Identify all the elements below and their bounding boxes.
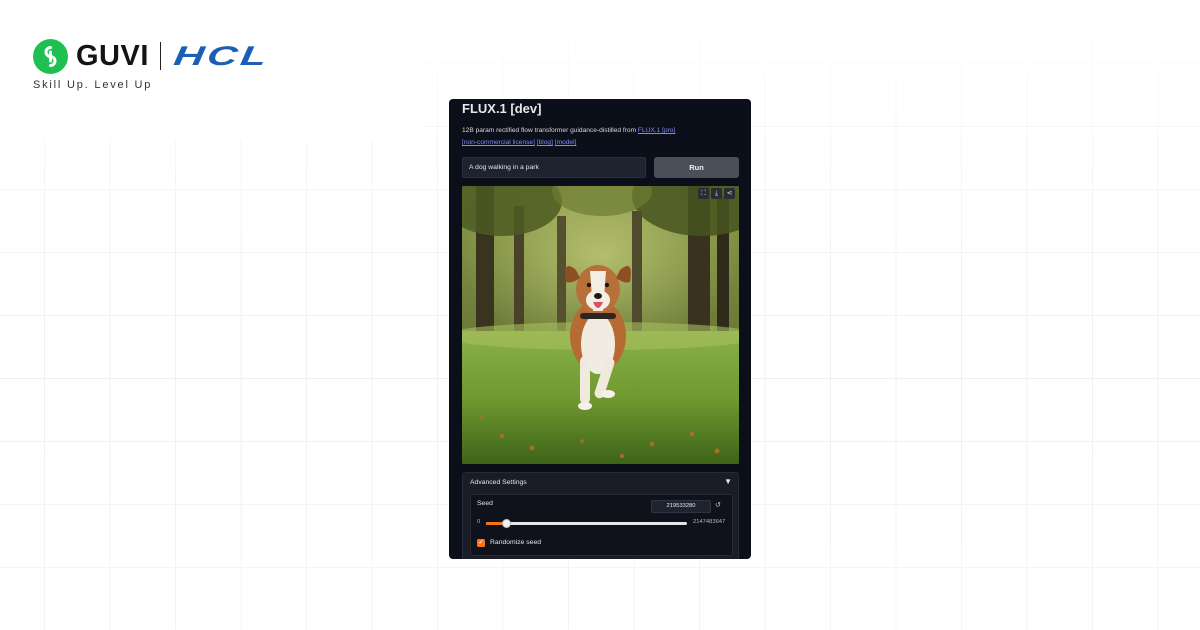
- accordion-toggle-icon[interactable]: ▼: [724, 477, 732, 486]
- slider-min-label: 0: [477, 519, 481, 525]
- share-icon[interactable]: ⋖: [724, 188, 735, 199]
- description-text: 12B param rectified flow transformer gui…: [462, 127, 637, 134]
- license-link[interactable]: [non-commercial license]: [462, 139, 535, 146]
- guvi-wordmark: GUVI: [76, 40, 149, 72]
- model-link[interactable]: [model]: [555, 139, 577, 146]
- slider-max-label: 2147483647: [693, 519, 726, 525]
- brand-header: GUVI HCL Skill Up. Level Up: [33, 38, 272, 91]
- brand-divider: [159, 42, 162, 70]
- image-toolbar: ⛶ ⤓ ⋖: [698, 188, 735, 199]
- seed-label: Seed: [477, 500, 493, 507]
- reset-icon[interactable]: ↺: [715, 501, 721, 509]
- app-description: 12B param rectified flow transformer gui…: [462, 125, 742, 149]
- download-icon[interactable]: ⤓: [711, 188, 722, 199]
- generated-image: ⛶ ⤓ ⋖: [462, 186, 739, 464]
- app-title: FLUX.1 [dev]: [462, 101, 542, 116]
- advanced-settings-accordion[interactable]: Advanced Settings ▼ Seed 219533280 ↺ 0 2…: [462, 472, 739, 559]
- hcl-wordmark: HCL: [172, 41, 272, 71]
- flux-pro-link[interactable]: FLUX.1 [pro]: [638, 127, 675, 134]
- blog-link[interactable]: [blog]: [537, 139, 553, 146]
- guvi-logo-icon: [33, 38, 68, 74]
- seed-slider-thumb[interactable]: [502, 519, 512, 528]
- seed-control: Seed 219533280 ↺ 0 2147483647 ✓ Randomiz…: [470, 494, 733, 556]
- randomize-seed-checkbox[interactable]: ✓: [477, 539, 485, 547]
- brand-tagline: Skill Up. Level Up: [33, 79, 153, 91]
- run-button[interactable]: Run: [654, 157, 739, 178]
- fullscreen-icon[interactable]: ⛶: [698, 188, 709, 199]
- brand-logo-row: GUVI HCL: [33, 38, 272, 74]
- seed-number-input[interactable]: 219533280: [651, 500, 711, 513]
- advanced-settings-label: Advanced Settings: [470, 479, 527, 486]
- prompt-input[interactable]: A dog walking in a park: [462, 157, 646, 178]
- seed-slider[interactable]: [486, 519, 687, 528]
- randomize-seed-label: Randomize seed: [490, 539, 542, 546]
- dog-in-park-image: [462, 186, 739, 464]
- flux-app-panel: FLUX.1 [dev] 12B param rectified flow tr…: [449, 99, 751, 559]
